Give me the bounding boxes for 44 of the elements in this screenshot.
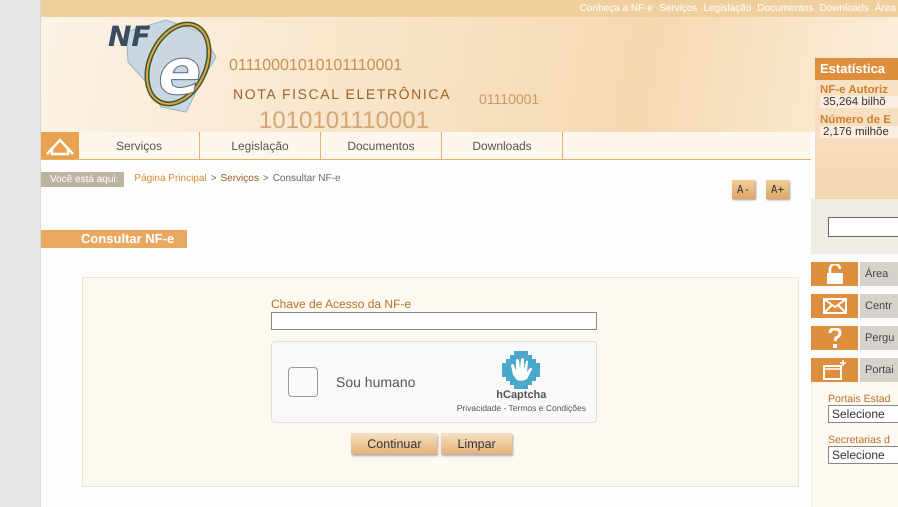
breadcrumb-current: Consultar NF-e: [272, 172, 341, 184]
captcha-brand: hCaptcha: [496, 389, 546, 401]
stats-title: Estatística: [815, 58, 898, 80]
select-field[interactable]: Selecione: [828, 446, 898, 464]
form-button[interactable]: Limpar: [441, 433, 512, 454]
search-field[interactable]: [828, 216, 898, 236]
stat-value: 35,264 bilhõ: [820, 96, 898, 108]
breadcrumb-label: Você está aqui:: [41, 172, 124, 187]
breadcrumb-separator: >: [262, 172, 269, 184]
hand-icon: [502, 351, 540, 389]
field-label: Chave de Acesso da NF-e: [271, 297, 412, 311]
nav-tab[interactable]: Downloads: [442, 132, 563, 159]
envelope-icon[interactable]: [811, 294, 858, 318]
stat-label: NF-e Autoriz: [820, 84, 889, 96]
captcha-label: Sou humano: [336, 374, 416, 390]
breadcrumb-link[interactable]: Serviços: [220, 172, 259, 184]
captcha-checkbox[interactable]: [288, 367, 318, 397]
font-size-button[interactable]: A+: [766, 180, 789, 199]
logo-subtitle: NOTA FISCAL ELETRÔNICA: [233, 86, 452, 102]
sidebar-menu-item[interactable]: Portai: [860, 358, 898, 382]
sidebar-menu-item[interactable]: Área: [860, 262, 898, 286]
stat-label: Número de E: [820, 114, 892, 126]
access-key-field[interactable]: [271, 312, 597, 330]
page-title: Consultar NF-e: [41, 230, 187, 248]
lock-icon[interactable]: [811, 262, 858, 286]
question-icon[interactable]: [811, 326, 858, 350]
nav-tab[interactable]: Legislação: [200, 132, 321, 159]
form-button[interactable]: Continuar: [351, 433, 438, 454]
font-size-button[interactable]: A-: [732, 180, 755, 199]
select-field[interactable]: Selecione: [828, 405, 898, 423]
nav-tab[interactable]: Documentos: [321, 132, 442, 159]
window-plus-icon[interactable]: [811, 358, 858, 382]
sidebar-menu-item[interactable]: Centr: [860, 294, 898, 318]
home-icon[interactable]: [41, 132, 79, 159]
select-label: Portais Estad: [828, 393, 892, 405]
select-label: Secretarias d: [828, 434, 891, 446]
binary-text: 01110001010101110001: [229, 57, 402, 75]
nav-tab[interactable]: Serviços: [79, 132, 200, 159]
stat-value: 2,176 milhõe: [820, 126, 898, 138]
captcha-links[interactable]: Privacidade - Termos e Condições: [456, 403, 586, 413]
sidebar-menu-item[interactable]: Pergu: [860, 326, 898, 350]
binary-text: 01110001: [479, 91, 540, 107]
breadcrumb-separator: >: [210, 172, 216, 184]
binary-text: 1010101110001: [259, 107, 429, 135]
